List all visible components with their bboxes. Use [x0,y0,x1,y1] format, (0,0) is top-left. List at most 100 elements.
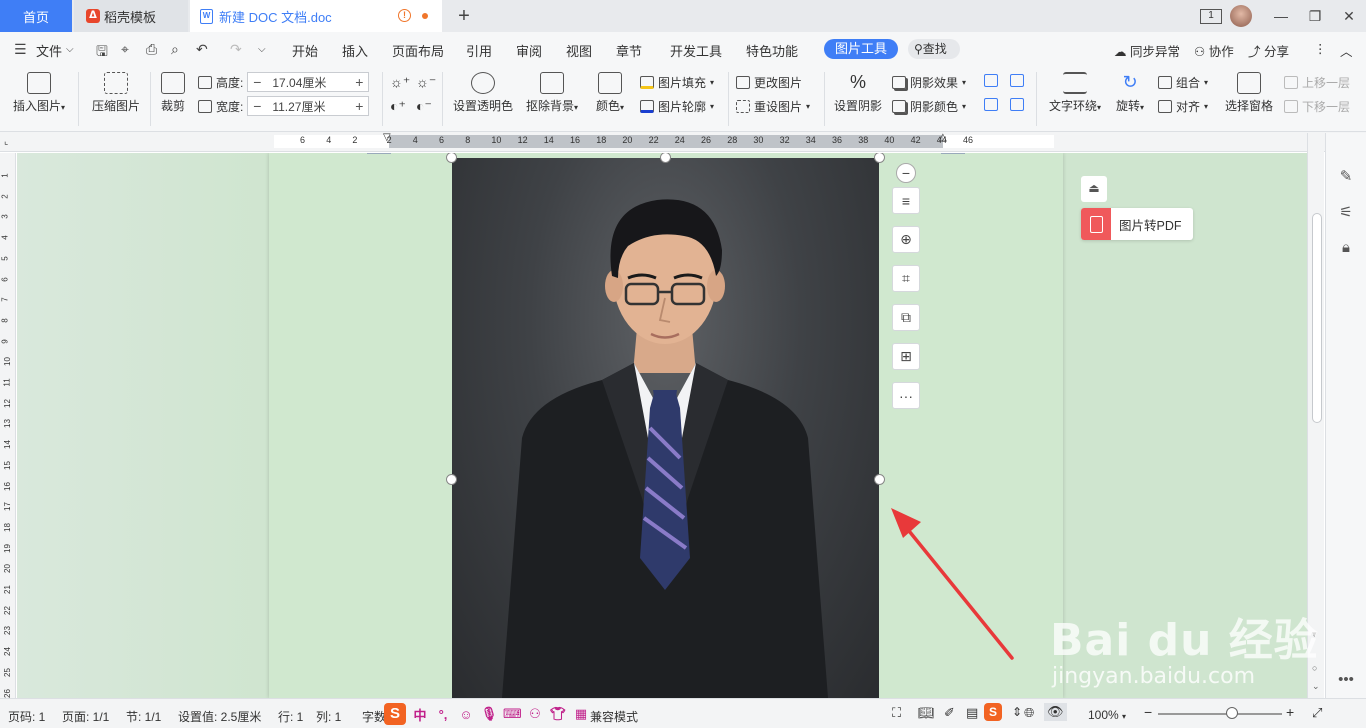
collapse-toolbar-button[interactable]: − [896,163,916,183]
print-icon[interactable]: ⎙ [146,41,157,58]
zoom-level[interactable]: 100% ▾ [1088,708,1126,722]
resize-handle-right[interactable] [874,474,885,485]
write-mode-icon[interactable]: ✐ [944,705,955,721]
select-browse-object-icon[interactable]: ○ [1312,663,1317,673]
file-menu[interactable]: 文件 [36,41,62,60]
zoom-picture-button[interactable]: ⊕ [892,226,920,253]
pen-icon[interactable]: ✎ [1337,167,1355,185]
user-avatar[interactable] [1230,5,1252,27]
zoom-in-button[interactable]: + [1286,704,1294,720]
shadow-nudge-left-icon[interactable] [984,74,998,87]
shadow-effect-button[interactable]: 阴影效果 ▾ [892,74,966,91]
quick-access-dropdown-icon[interactable]: ⌵ [258,44,266,55]
remove-background-button[interactable]: 抠除背景▾ [522,72,582,114]
format-painter-icon[interactable]: ⌖ [121,41,129,58]
layout-options-button[interactable]: ≡ [892,187,920,214]
close-button[interactable]: ✕ [1332,8,1366,25]
collab-button[interactable]: ⚇ 协作 [1194,41,1234,60]
color-button[interactable]: 颜色▾ [590,72,630,114]
compress-picture-button[interactable]: 压缩图片 [88,72,144,114]
undo-icon[interactable]: ↶ [196,41,208,58]
save-icon[interactable]: 🖫 [96,41,108,65]
ime-skin-icon[interactable]: 👕︎ [549,706,567,722]
group-button[interactable]: 组合 ▾ [1158,74,1208,91]
status-compat-mode[interactable]: 兼容模式 [590,708,638,725]
height-decrease-button[interactable]: − [248,74,266,90]
width-input[interactable]: − 11.27厘米 + [247,96,370,116]
picture-outline-button[interactable]: 图片轮廓 ▾ [640,98,714,115]
contrast-up-icon[interactable]: ◐⁺ [390,98,406,115]
minimize-button[interactable]: — [1264,8,1298,24]
vertical-ruler[interactable]: 1 2 3 4 5 6 7 8 9 10 11 12 13 14 15 16 17 18 19 20 21 22 23 24 2… [0,153,16,698]
first-line-indent-marker[interactable]: ▽ [383,132,391,143]
crop-button[interactable]: 裁剪 [156,72,190,114]
brightness-down-icon[interactable]: ☼⁻ [416,74,436,91]
height-input[interactable]: − 17.04厘米 + [247,72,370,92]
status-row[interactable]: 行: 1 [278,708,303,725]
ime-chinese-mode[interactable]: 中 [411,705,429,724]
menu-start[interactable]: 开始 [292,41,318,60]
rotate-button[interactable]: ↻ 旋转▾ [1112,72,1148,114]
vertical-scrollbar[interactable]: ▾ ○ ⌄ [1307,133,1324,698]
menu-chapter[interactable]: 章节 [616,41,642,60]
send-backward-button[interactable]: 下移一层 [1284,98,1350,115]
collapse-ribbon-icon[interactable]: ︿ [1340,41,1353,60]
contrast-down-icon[interactable]: ◐⁻ [416,98,432,115]
menu-view[interactable]: 视图 [566,41,592,60]
fit-window-icon[interactable]: ⤢ [1312,705,1322,721]
reading-mode-icon[interactable]: 📖︎ [918,705,935,721]
next-page-icon[interactable]: ⌄ [1312,681,1320,692]
menu-page-layout[interactable]: 页面布局 [392,41,444,60]
selected-picture[interactable] [452,158,879,698]
right-indent-marker[interactable]: △ [939,132,947,143]
redo-icon[interactable]: ↷ [230,41,242,58]
tab-template[interactable]: ᐃ 稻壳模板 [74,0,188,32]
more-options-button[interactable]: ··· [892,382,920,409]
bring-forward-button[interactable]: 上移一层 [1284,74,1350,91]
width-value[interactable]: 11.27厘米 [266,98,350,115]
resize-handle-left[interactable] [446,474,457,485]
status-pages[interactable]: 页面: 1/1 [62,708,109,725]
picture-to-text-button[interactable]: ⧉ [892,304,920,331]
shadow-nudge-right-icon[interactable] [1010,74,1024,87]
text-wrap-button[interactable]: 文字环绕▾ [1044,72,1106,114]
tab-home[interactable]: 首页 [0,0,72,32]
settings-sliders-icon[interactable]: ⚟ [1337,203,1355,221]
sync-status[interactable]: ☁ 同步异常 [1114,41,1180,60]
more-dots-icon[interactable]: ••• [1337,671,1355,689]
window-count-badge[interactable]: 1 [1200,8,1222,24]
shadow-nudge-up-icon[interactable] [984,98,998,111]
scrollbar-thumb[interactable] [1312,213,1322,423]
set-transparent-color-button[interactable]: 设置透明色 [450,72,516,114]
ime-emoji-icon[interactable]: ☺ [457,707,475,722]
outline-view-icon[interactable]: ⇕ [1012,705,1022,719]
zoom-out-button[interactable]: − [1144,704,1152,720]
warning-icon[interactable]: ! [398,9,411,22]
height-value[interactable]: 17.04厘米 [266,74,350,91]
width-increase-button[interactable]: + [350,98,368,114]
more-icon[interactable]: ⋮ [1314,41,1327,56]
eye-protection-icon[interactable]: 👁︎ [1044,703,1067,721]
picture-replace-button[interactable]: ⊞ [892,343,920,370]
print-preview-icon[interactable]: ⌕ [171,41,179,58]
menu-review[interactable]: 审阅 [516,41,542,60]
print-layout-icon[interactable]: ▤ [966,705,978,721]
sogou-tray-icon[interactable]: S [984,703,1002,721]
status-section[interactable]: 节: 1/1 [126,708,161,725]
insert-picture-button[interactable]: 插入图片▾ [8,72,70,114]
zoom-slider[interactable] [1158,713,1282,715]
new-tab-button[interactable]: + [452,0,476,32]
panel-collapse-button[interactable]: ⏏ [1081,176,1107,202]
status-word-count[interactable]: 字数 [362,708,386,725]
selection-pane-button[interactable]: 选择窗格 [1222,72,1276,114]
picture-to-pdf-button[interactable]: 图片转PDF [1081,208,1193,240]
scroll-down-icon[interactable]: ▾ [1312,629,1317,640]
ime-punctuation-mode[interactable]: °, [434,707,452,722]
status-page-number[interactable]: 页码: 1 [8,708,45,725]
tab-document[interactable]: W 新建 DOC 文档.doc ! [190,0,442,32]
zoom-slider-knob[interactable] [1226,707,1238,719]
ime-user-icon[interactable]: ⚇ [526,706,544,722]
crop-picture-button[interactable]: ⌗ [892,265,920,292]
web-layout-icon[interactable]: 🌐︎ [1024,705,1034,721]
menu-insert[interactable]: 插入 [342,41,368,60]
